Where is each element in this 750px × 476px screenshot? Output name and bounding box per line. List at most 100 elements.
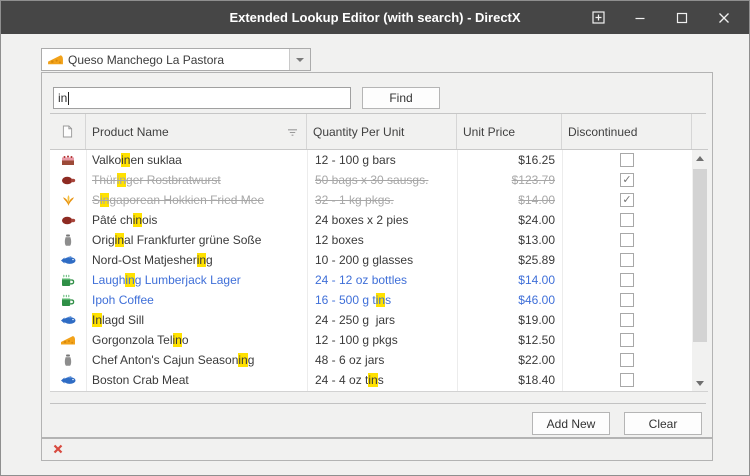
lookup-popup-panel: in Find Product Name Quantity Per Unit U… xyxy=(41,72,713,438)
quantity-per-unit-cell[interactable]: 24 - 250 g jars xyxy=(307,310,457,330)
quantity-per-unit-cell[interactable]: 24 - 12 oz bottles xyxy=(307,270,457,290)
discontinued-checkbox[interactable] xyxy=(620,293,634,307)
product-name-cell[interactable]: Laughing Lumberjack Lager xyxy=(86,270,307,290)
window-controls xyxy=(577,1,745,34)
close-icon[interactable] xyxy=(703,1,745,34)
cheese-icon xyxy=(42,53,68,66)
column-header-discontinued[interactable]: Discontinued xyxy=(562,114,692,149)
boxed-plus-icon[interactable] xyxy=(577,1,619,34)
product-name-cell[interactable]: Ipoh Coffee xyxy=(86,290,307,310)
table-row[interactable]: Chef Anton's Cajun Seasoning48 - 6 oz ja… xyxy=(50,350,692,370)
add-new-button[interactable]: Add New xyxy=(532,412,610,435)
column-header-unit-price[interactable]: Unit Price xyxy=(457,114,562,149)
discontinued-cell xyxy=(562,310,692,330)
product-name-cell[interactable]: Singaporean Hokkien Fried Mee xyxy=(86,190,307,210)
table-row[interactable]: Valkoinen suklaa12 - 100 g bars$16.25 xyxy=(50,150,692,170)
clear-button[interactable]: Clear xyxy=(624,412,702,435)
unit-price-cell[interactable]: $123.79 xyxy=(457,170,562,190)
quantity-per-unit-cell[interactable]: 32 - 1 kg pkgs. xyxy=(307,190,457,210)
product-name-cell[interactable]: Thüringer Rostbratwurst xyxy=(86,170,307,190)
cheese-icon xyxy=(50,330,86,350)
quantity-per-unit-cell[interactable]: 16 - 500 g tins xyxy=(307,290,457,310)
cake-icon xyxy=(50,150,86,170)
unit-price-cell[interactable]: $22.00 xyxy=(457,350,562,370)
quantity-per-unit-cell[interactable]: 12 - 100 g pkgs xyxy=(307,330,457,350)
unit-price-cell[interactable]: $14.00 xyxy=(457,190,562,210)
quantity-per-unit-cell[interactable]: 10 - 200 g glasses xyxy=(307,250,457,270)
unit-price-cell[interactable]: $16.25 xyxy=(457,150,562,170)
jar-icon xyxy=(50,350,86,370)
discontinued-cell: ✓ xyxy=(562,190,692,210)
discontinued-checkbox[interactable] xyxy=(620,313,634,327)
discontinued-cell xyxy=(562,250,692,270)
discontinued-checkbox[interactable] xyxy=(620,273,634,287)
find-button[interactable]: Find xyxy=(362,87,440,109)
unit-price-cell[interactable]: $14.00 xyxy=(457,270,562,290)
scroll-up-icon[interactable] xyxy=(692,150,708,166)
quantity-per-unit-cell[interactable]: 50 bags x 30 sausgs. xyxy=(307,170,457,190)
discontinued-checkbox[interactable]: ✓ xyxy=(620,193,634,207)
table-row[interactable]: Ipoh Coffee16 - 500 g tins$46.00 xyxy=(50,290,692,310)
product-name-cell[interactable]: Original Frankfurter grüne Soße xyxy=(86,230,307,250)
product-name-cell[interactable]: Pâté chinois xyxy=(86,210,307,230)
product-name-cell[interactable]: Valkoinen suklaa xyxy=(86,150,307,170)
discontinued-checkbox[interactable]: ✓ xyxy=(620,173,634,187)
search-input[interactable]: in xyxy=(53,87,351,109)
quantity-per-unit-cell[interactable]: 24 - 4 oz tins xyxy=(307,370,457,390)
product-name-cell[interactable]: Nord-Ost Matjeshering xyxy=(86,250,307,270)
discontinued-cell xyxy=(562,330,692,350)
product-name-cell[interactable]: Inlagd Sill xyxy=(86,310,307,330)
product-name-cell[interactable]: Boston Crab Meat xyxy=(86,370,307,390)
lookup-combo[interactable]: Queso Manchego La Pastora xyxy=(41,48,311,71)
table-row[interactable]: Boston Crab Meat24 - 4 oz tins$18.40 xyxy=(50,370,692,390)
find-button-label: Find xyxy=(389,91,412,105)
unit-price-cell[interactable]: $24.00 xyxy=(457,210,562,230)
unit-price-cell[interactable]: $12.50 xyxy=(457,330,562,350)
fish-icon xyxy=(50,310,86,330)
discontinued-checkbox[interactable] xyxy=(620,353,634,367)
table-row[interactable]: Thüringer Rostbratwurst50 bags x 30 saus… xyxy=(50,170,692,190)
scrollbar-thumb[interactable] xyxy=(693,169,707,342)
discontinued-checkbox[interactable] xyxy=(620,233,634,247)
product-name-cell[interactable]: Gorgonzola Telino xyxy=(86,330,307,350)
table-row[interactable]: Original Frankfurter grüne Soße12 boxes$… xyxy=(50,230,692,250)
column-header-label: Quantity Per Unit xyxy=(313,125,404,139)
unit-price-cell[interactable]: $46.00 xyxy=(457,290,562,310)
minimize-icon[interactable] xyxy=(619,1,661,34)
combo-dropdown-button[interactable] xyxy=(289,49,310,70)
table-row[interactable]: Pâté chinois24 boxes x 2 pies$24.00 xyxy=(50,210,692,230)
table-row[interactable]: Nord-Ost Matjeshering10 - 200 g glasses$… xyxy=(50,250,692,270)
filter-icon[interactable] xyxy=(287,126,298,140)
scroll-down-icon[interactable] xyxy=(692,375,708,391)
quantity-per-unit-cell[interactable]: 12 - 100 g bars xyxy=(307,150,457,170)
unit-price-cell[interactable]: $13.00 xyxy=(457,230,562,250)
table-row[interactable]: Inlagd Sill24 - 250 g jars$19.00 xyxy=(50,310,692,330)
column-header-label: Discontinued xyxy=(568,125,637,139)
discontinued-checkbox[interactable] xyxy=(620,373,634,387)
fish-icon xyxy=(50,250,86,270)
quantity-per-unit-cell[interactable]: 24 boxes x 2 pies xyxy=(307,210,457,230)
unit-price-cell[interactable]: $25.89 xyxy=(457,250,562,270)
unit-price-cell[interactable]: $19.00 xyxy=(457,310,562,330)
table-row[interactable]: Singaporean Hokkien Fried Mee32 - 1 kg p… xyxy=(50,190,692,210)
column-header-quantity[interactable]: Quantity Per Unit xyxy=(307,114,457,149)
add-new-button-label: Add New xyxy=(547,417,596,431)
vertical-scrollbar[interactable] xyxy=(692,150,708,391)
row-indicator-header[interactable] xyxy=(50,114,86,149)
discontinued-cell xyxy=(562,210,692,230)
column-header-product-name[interactable]: Product Name xyxy=(86,114,307,149)
discontinued-checkbox[interactable] xyxy=(620,213,634,227)
discontinued-checkbox[interactable] xyxy=(620,153,634,167)
maximize-icon[interactable] xyxy=(661,1,703,34)
mug-icon xyxy=(50,270,86,290)
sausage-icon xyxy=(50,210,86,230)
product-name-cell[interactable]: Chef Anton's Cajun Seasoning xyxy=(86,350,307,370)
table-row[interactable]: Laughing Lumberjack Lager24 - 12 oz bott… xyxy=(50,270,692,290)
discontinued-checkbox[interactable] xyxy=(620,333,634,347)
unit-price-cell[interactable]: $18.40 xyxy=(457,370,562,390)
quantity-per-unit-cell[interactable]: 12 boxes xyxy=(307,230,457,250)
table-row[interactable]: Gorgonzola Telino12 - 100 g pkgs$12.50 xyxy=(50,330,692,350)
text-caret xyxy=(68,92,69,105)
quantity-per-unit-cell[interactable]: 48 - 6 oz jars xyxy=(307,350,457,370)
discontinued-checkbox[interactable] xyxy=(620,253,634,267)
